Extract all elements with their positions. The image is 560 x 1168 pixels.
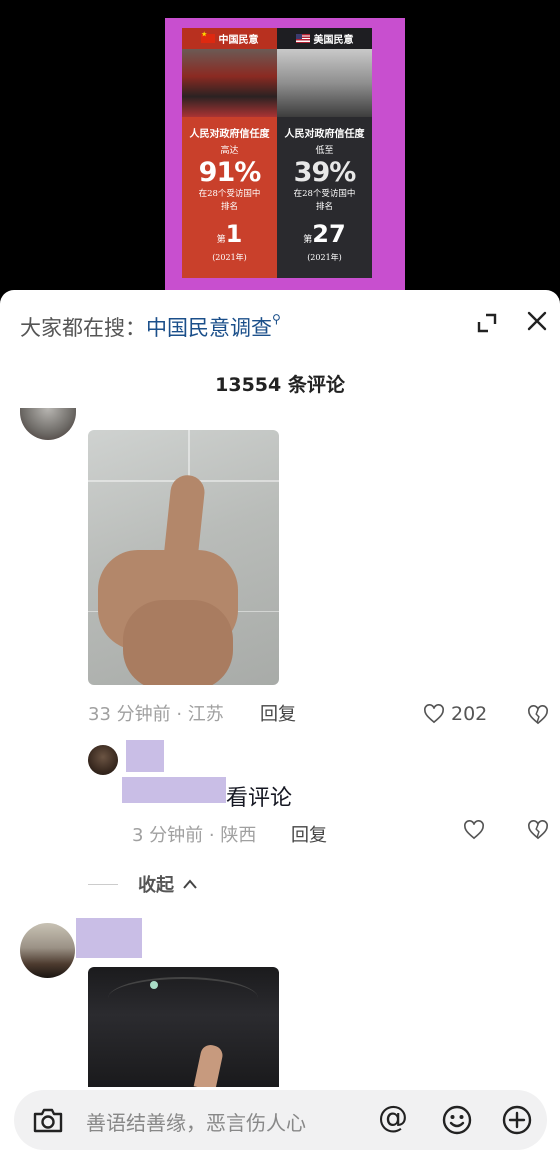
sub-comment-time-location: 3 分钟前 · 陕西 (132, 825, 257, 846)
video-area[interactable]: 中国民意 人民对政府信任度 高达 91% 在28个受访国中 排名 第1 (202… (0, 0, 560, 300)
poster-left-header-text: 中国民意 (218, 35, 259, 46)
heart-icon (424, 704, 444, 724)
reply-button[interactable]: 回复 (260, 700, 296, 726)
username-mask (76, 918, 142, 958)
comment-image[interactable] (88, 967, 279, 1087)
expand-icon[interactable] (476, 312, 498, 334)
poster-right-year: (2021年) (307, 253, 342, 262)
poster-right-rank-number: 27 (312, 220, 346, 248)
poster-left-rank: 第1 (182, 220, 277, 248)
chevron-up-icon (183, 879, 197, 889)
poster-right-header-text: 美国民意 (313, 35, 354, 46)
heart-icon[interactable] (463, 820, 485, 840)
trending-search-keyword[interactable]: 中国民意调查 (146, 316, 272, 340)
poster-left-line1: 在28个受访国中 (198, 189, 261, 199)
poster-left-rank-prefix: 第 (216, 235, 226, 245)
dislike-icon[interactable] (527, 820, 549, 840)
poster-right-percent: 39% (293, 157, 357, 188)
sub-comment-mask (122, 777, 226, 803)
username-mask (126, 740, 164, 772)
plus-icon[interactable] (501, 1104, 533, 1136)
camera-icon[interactable] (32, 1106, 64, 1134)
collapse-divider (88, 883, 118, 885)
emoji-icon[interactable] (441, 1104, 473, 1136)
trending-search-prefix: 大家都在搜： (20, 316, 146, 340)
poster-right-line2: 排名 (315, 202, 333, 212)
poster-left-photo (182, 49, 277, 117)
avatar[interactable] (20, 923, 75, 978)
avatar[interactable] (20, 408, 76, 440)
collapse-label: 收起 (138, 875, 174, 896)
china-flag-icon (200, 31, 215, 43)
poster-right-rank: 第27 (277, 220, 372, 248)
poster-right-sub: 低至 (315, 146, 334, 156)
poster-left-sub: 高达 (220, 146, 239, 156)
poster-left-line2: 排名 (220, 202, 238, 212)
usa-flag-icon (295, 34, 310, 43)
comment-time-location: 33 分钟前 · 江苏 (88, 704, 224, 725)
mention-button[interactable]: @ (378, 1100, 408, 1135)
poster-left-title: 人民对政府信任度 (189, 129, 270, 140)
poster-right-panel: 美国民意 人民对政府信任度 低至 39% 在28个受访国中 排名 第27 (20… (277, 28, 372, 278)
poster-left-year: (2021年) (212, 253, 247, 262)
poster-right-photo (277, 49, 372, 117)
like-button[interactable]: 202 (423, 703, 487, 725)
comment-sheet: 大家都在搜：中国民意调查⚲ 13554 条评论 33 分钟前 · 江苏 回复 2… (0, 290, 560, 1168)
dislike-icon[interactable] (527, 705, 549, 725)
sub-comment-avatar[interactable] (88, 745, 118, 775)
poster-left-panel: 中国民意 人民对政府信任度 高达 91% 在28个受访国中 排名 第1 (202… (182, 28, 277, 278)
sub-comment-text: 看评论 (226, 786, 293, 811)
trending-search: 大家都在搜：中国民意调查⚲ (20, 312, 281, 342)
comment-image[interactable] (88, 430, 279, 685)
poster-right-title: 人民对政府信任度 (284, 129, 365, 140)
close-icon[interactable] (525, 309, 549, 333)
poster-right-line1: 在28个受访国中 (293, 189, 356, 199)
search-icon[interactable]: ⚲ (272, 312, 281, 326)
poster-right-header: 美国民意 (277, 28, 372, 49)
comment-input-bar[interactable]: 善语结善缘，恶言伤人心 @ (14, 1090, 547, 1150)
poster-image: 中国民意 人民对政府信任度 高达 91% 在28个受访国中 排名 第1 (202… (165, 18, 405, 290)
comment-count: 13554 条评论 (215, 374, 345, 396)
comment-input[interactable]: 善语结善缘，恶言伤人心 (86, 1107, 306, 1136)
poster-left-percent: 91% (198, 157, 262, 188)
poster-right-rank-prefix: 第 (303, 235, 313, 245)
poster-left-rank-number: 1 (225, 220, 243, 248)
sub-reply-button[interactable]: 回复 (291, 821, 327, 847)
collapse-replies-button[interactable]: 收起 (88, 871, 198, 897)
poster-left-header: 中国民意 (182, 28, 277, 49)
like-count: 202 (451, 703, 488, 725)
